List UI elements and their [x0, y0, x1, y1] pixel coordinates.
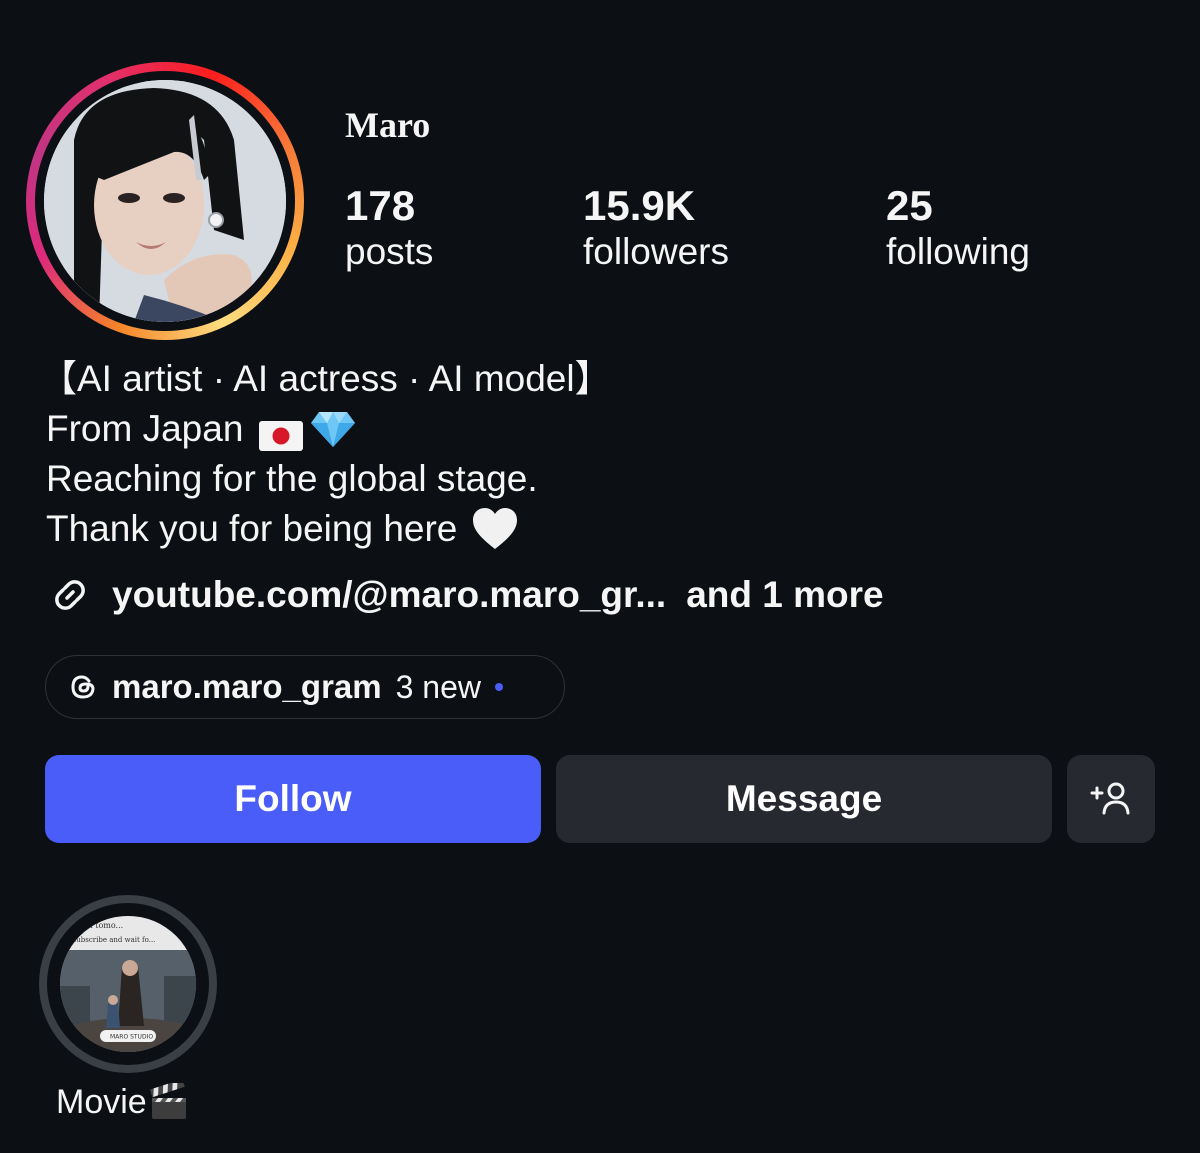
message-button[interactable]: Message — [556, 755, 1052, 843]
profile-username: Maro — [345, 105, 431, 145]
threads-icon — [68, 672, 98, 702]
bio-line-4: Thank you for being here — [46, 508, 458, 549]
highlight-cover-badge: MARO STUDIO — [110, 1034, 153, 1041]
posts-count: 178 — [345, 182, 416, 229]
threads-handle: maro.maro_gram — [112, 668, 382, 705]
stat-following[interactable]: 25 following — [886, 182, 1030, 274]
highlight-label-row: Movie — [56, 1079, 189, 1124]
gem-icon — [309, 409, 357, 449]
highlight-cover-image: ...rt film tomo... ...subscribe and wait… — [60, 916, 196, 1052]
following-count: 25 — [886, 182, 933, 229]
followers-count: 15.9K — [583, 182, 696, 229]
profile-avatar[interactable] — [44, 80, 286, 322]
highlight-cover-movie[interactable]: ...rt film tomo... ...subscribe and wait… — [60, 916, 196, 1052]
highlight-cover-text-2: ...subscribe and wait fo... — [66, 936, 155, 944]
link-icon — [46, 571, 94, 619]
follow-button[interactable]: Follow — [45, 755, 541, 843]
threads-new-label: 3 new — [395, 668, 481, 705]
new-dot-icon — [495, 683, 503, 691]
white-heart-icon — [471, 506, 519, 552]
followers-label: followers — [583, 231, 729, 272]
add-person-button[interactable] — [1067, 755, 1155, 843]
bio-line-2: From Japan — [46, 408, 244, 449]
bio-link-more[interactable]: and 1 more — [686, 574, 883, 616]
bio-line-2-row: From Japan — [46, 404, 357, 454]
stat-posts[interactable]: 178 posts — [345, 182, 433, 274]
clapper-board-icon — [149, 1079, 189, 1121]
bio-link-row[interactable]: youtube.com/@maro.maro_gr... and 1 more — [46, 568, 884, 622]
japan-flag-icon — [259, 414, 304, 451]
bio-line-3: Reaching for the global stage. — [46, 458, 538, 499]
add-person-icon — [1088, 779, 1134, 819]
stat-followers[interactable]: 15.9K followers — [583, 182, 729, 274]
avatar-portrait — [44, 80, 286, 322]
posts-label: posts — [345, 231, 434, 272]
bio-line-1: 【AI artist · AI actress · AI model】 — [40, 358, 612, 399]
bio-link-url[interactable]: youtube.com/@maro.maro_gr... — [112, 574, 666, 616]
threads-badge[interactable]: maro.maro_gram 3 new — [45, 655, 565, 719]
highlight-label-movie: Movie — [56, 1083, 147, 1121]
bio-line-4-row: Thank you for being here — [46, 504, 519, 554]
following-label: following — [886, 231, 1030, 272]
